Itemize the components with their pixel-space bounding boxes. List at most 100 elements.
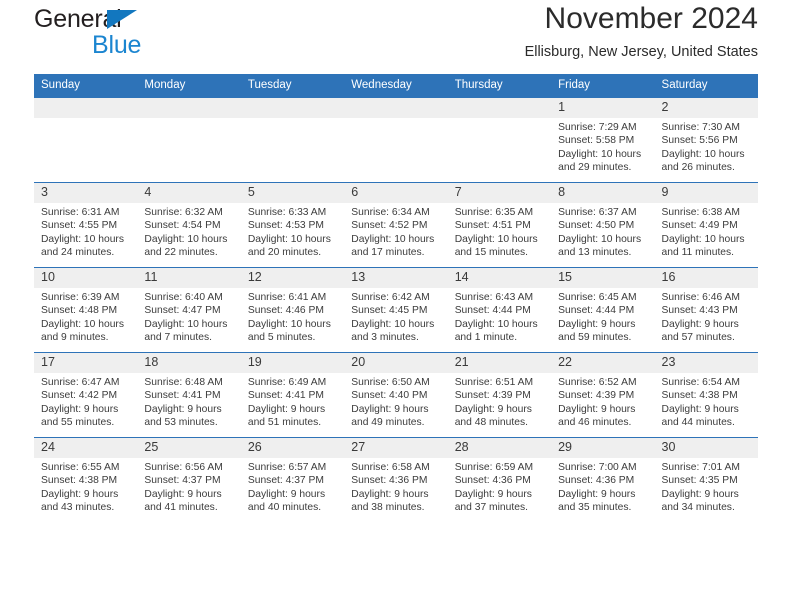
day-number: 1 [551,98,655,118]
daylight-duration: Daylight: 9 hours and 59 minutes. [558,318,636,343]
calendar-day-cell[interactable]: 9 Sunrise: 6:38 AM Sunset: 4:49 PM Daylight… [654,182,758,268]
calendar-day-cell[interactable]: 30 Sunrise: 7:01 AM Sunset: 4:35 PM Dayligh… [654,437,758,522]
calendar-day-cell[interactable]: 2 Sunrise: 7:30 AM Sunset: 5:56 PM Daylight… [654,97,758,183]
calendar-day-cell[interactable]: 20 Sunrise: 6:50 AM Sunset: 4:40 PM Dayligh… [344,352,448,438]
day-sun-info: Sunrise: 6:58 AM Sunset: 4:36 PM Daylight:… [344,458,447,514]
day-cell-inner: 29 Sunrise: 7:00 AM Sunset: 4:36 PM Dayligh… [551,438,655,522]
day-sun-info: Sunrise: 6:31 AM Sunset: 4:55 PM Daylight:… [34,203,137,259]
day-sun-info: Sunrise: 6:35 AM Sunset: 4:51 PM Daylight:… [448,203,551,259]
sunrise-time: Sunrise: 6:51 AM [454,377,534,388]
day-number: 2 [654,98,758,118]
day-cell-inner [240,98,345,182]
daylight-duration: Daylight: 10 hours and 3 minutes. [351,318,435,343]
calendar-day-cell[interactable]: 17 Sunrise: 6:47 AM Sunset: 4:42 PM Dayligh… [34,352,138,438]
calendar-day-cell[interactable]: 24 Sunrise: 6:55 AM Sunset: 4:38 PM Dayligh… [34,437,138,522]
calendar-day-cell[interactable]: 25 Sunrise: 6:56 AM Sunset: 4:37 PM Dayligh… [137,437,241,522]
day-cell-inner: 30 Sunrise: 7:01 AM Sunset: 4:35 PM Dayligh… [654,438,758,522]
column-header-friday: Friday [551,74,655,98]
calendar-day-cell[interactable]: 15 Sunrise: 6:45 AM Sunset: 4:44 PM Dayligh… [551,267,655,353]
sunrise-time: Sunrise: 6:55 AM [41,462,120,473]
sunset-time: Sunset: 4:55 PM [41,220,118,232]
day-number: 17 [34,353,138,373]
calendar-day-cell[interactable]: 26 Sunrise: 6:57 AM Sunset: 4:37 PM Dayligh… [240,437,345,522]
daylight-duration: Daylight: 10 hours and 22 minutes. [144,233,228,258]
calendar-day-cell[interactable]: 5 Sunrise: 6:33 AM Sunset: 4:53 PM Daylight… [240,182,345,268]
day-sun-info: Sunrise: 6:32 AM Sunset: 4:54 PM Daylight:… [137,203,240,259]
day-sun-info: Sunrise: 6:33 AM Sunset: 4:53 PM Daylight:… [241,203,344,259]
column-header-wednesday: Wednesday [344,74,448,98]
day-cell-inner: 21 Sunrise: 6:51 AM Sunset: 4:39 PM Dayligh… [447,353,552,437]
calendar-day-cell[interactable]: 28 Sunrise: 6:59 AM Sunset: 4:36 PM Dayligh… [447,437,552,522]
sunrise-time: Sunrise: 6:50 AM [351,377,430,388]
calendar-day-cell[interactable]: 21 Sunrise: 6:51 AM Sunset: 4:39 PM Dayligh… [447,352,552,438]
day-sun-info: Sunrise: 6:46 AM Sunset: 4:43 PM Daylight:… [655,288,758,344]
sunrise-time: Sunrise: 6:47 AM [41,377,120,388]
calendar-day-cell[interactable]: 22 Sunrise: 6:52 AM Sunset: 4:39 PM Dayligh… [551,352,655,438]
day-number [137,98,241,118]
day-cell-inner: 12 Sunrise: 6:41 AM Sunset: 4:46 PM Dayligh… [240,268,345,352]
weekday-header-row: Sunday Monday Tuesday Wednesday Thursday… [34,74,758,98]
calendar-day-cell[interactable]: 11 Sunrise: 6:40 AM Sunset: 4:47 PM Dayligh… [137,267,241,353]
day-sun-info: Sunrise: 6:50 AM Sunset: 4:40 PM Daylight:… [344,373,447,429]
day-sun-info: Sunrise: 6:43 AM Sunset: 4:44 PM Daylight:… [448,288,551,344]
day-number: 22 [551,353,655,373]
calendar-day-cell[interactable]: 16 Sunrise: 6:46 AM Sunset: 4:43 PM Dayligh… [654,267,758,353]
sunset-time: Sunset: 4:45 PM [351,305,428,317]
day-number: 20 [344,353,448,373]
daylight-duration: Daylight: 10 hours and 11 minutes. [661,233,745,258]
daylight-duration: Daylight: 9 hours and 38 minutes. [351,488,429,513]
column-header-thursday: Thursday [447,74,552,98]
day-sun-info: Sunrise: 6:48 AM Sunset: 4:41 PM Daylight:… [137,373,240,429]
day-sun-info: Sunrise: 6:45 AM Sunset: 4:44 PM Daylight:… [551,288,654,344]
calendar-day-cell[interactable]: 27 Sunrise: 6:58 AM Sunset: 4:36 PM Dayligh… [344,437,448,522]
calendar-day-cell[interactable]: 3 Sunrise: 6:31 AM Sunset: 4:55 PM Daylight… [34,182,138,268]
calendar-day-cell[interactable]: 10 Sunrise: 6:39 AM Sunset: 4:48 PM Dayligh… [34,267,138,353]
general-blue-logo[interactable]: General Blue [34,6,204,64]
day-sun-info: Sunrise: 6:37 AM Sunset: 4:50 PM Daylight:… [551,203,654,259]
sunset-time: Sunset: 4:53 PM [247,220,324,232]
day-cell-inner: 23 Sunrise: 6:54 AM Sunset: 4:38 PM Dayligh… [654,353,758,437]
day-cell-inner: 10 Sunrise: 6:39 AM Sunset: 4:48 PM Dayligh… [34,268,138,352]
sunrise-time: Sunrise: 6:49 AM [247,377,327,388]
day-number: 24 [34,438,138,458]
page-header: General Blue November 2024 Ellisburg, Ne… [34,0,758,74]
sunrise-time: Sunrise: 6:40 AM [144,292,223,303]
day-number: 29 [551,438,655,458]
day-sun-info: Sunrise: 6:39 AM Sunset: 4:48 PM Daylight:… [34,288,137,344]
calendar-day-cell[interactable]: 6 Sunrise: 6:34 AM Sunset: 4:52 PM Daylight… [344,182,448,268]
daylight-duration: Daylight: 9 hours and 51 minutes. [247,403,326,428]
calendar-page: General Blue November 2024 Ellisburg, Ne… [0,0,792,612]
calendar-day-cell[interactable]: 13 Sunrise: 6:42 AM Sunset: 4:45 PM Dayligh… [344,267,448,353]
day-number: 15 [551,268,655,288]
day-cell-inner: 1 Sunrise: 7:29 AM Sunset: 5:58 PM Daylight… [551,98,655,182]
calendar-day-cell[interactable]: 1 Sunrise: 7:29 AM Sunset: 5:58 PM Daylight… [551,97,655,183]
daylight-duration: Daylight: 10 hours and 26 minutes. [661,148,745,173]
sunrise-time: Sunrise: 6:34 AM [351,207,430,218]
logo-word-blue: Blue [92,31,142,59]
calendar-day-cell[interactable]: 18 Sunrise: 6:48 AM Sunset: 4:41 PM Dayligh… [137,352,241,438]
calendar-day-cell[interactable]: 12 Sunrise: 6:41 AM Sunset: 4:46 PM Dayligh… [240,267,345,353]
calendar-day-cell[interactable]: 4 Sunrise: 6:32 AM Sunset: 4:54 PM Daylight… [137,182,241,268]
daylight-duration: Daylight: 10 hours and 1 minute. [454,318,538,343]
sunrise-time: Sunrise: 6:42 AM [351,292,430,303]
day-cell-inner [344,98,448,182]
day-cell-inner: 7 Sunrise: 6:35 AM Sunset: 4:51 PM Daylight… [447,183,552,267]
day-sun-info: Sunrise: 6:52 AM Sunset: 4:39 PM Daylight:… [551,373,654,429]
title-block: November 2024 Ellisburg, New Jersey, Uni… [525,0,758,61]
day-cell-inner: 6 Sunrise: 6:34 AM Sunset: 4:52 PM Daylight… [344,183,448,267]
calendar-day-cell[interactable]: 23 Sunrise: 6:54 AM Sunset: 4:38 PM Dayligh… [654,352,758,438]
sunrise-time: Sunrise: 6:32 AM [144,207,223,218]
daylight-duration: Daylight: 9 hours and 43 minutes. [41,488,119,513]
calendar-day-cell[interactable]: 8 Sunrise: 6:37 AM Sunset: 4:50 PM Daylight… [551,182,655,268]
calendar-day-cell[interactable]: 7 Sunrise: 6:35 AM Sunset: 4:51 PM Daylight… [447,182,552,268]
calendar-day-cell[interactable]: 29 Sunrise: 7:00 AM Sunset: 4:36 PM Dayligh… [551,437,655,522]
page-subtitle: Ellisburg, New Jersey, United States [524,44,758,60]
column-header-saturday: Saturday [654,74,758,98]
sunset-time: Sunset: 4:49 PM [661,220,738,232]
daylight-duration: Daylight: 9 hours and 49 minutes. [351,403,429,428]
day-cell-inner: 19 Sunrise: 6:49 AM Sunset: 4:41 PM Dayligh… [240,353,345,437]
calendar-day-cell[interactable]: 14 Sunrise: 6:43 AM Sunset: 4:44 PM Dayligh… [447,267,552,353]
sunrise-time: Sunrise: 6:57 AM [247,462,327,473]
calendar-day-cell[interactable]: 19 Sunrise: 6:49 AM Sunset: 4:41 PM Dayligh… [240,352,345,438]
sunset-time: Sunset: 4:36 PM [454,475,531,487]
